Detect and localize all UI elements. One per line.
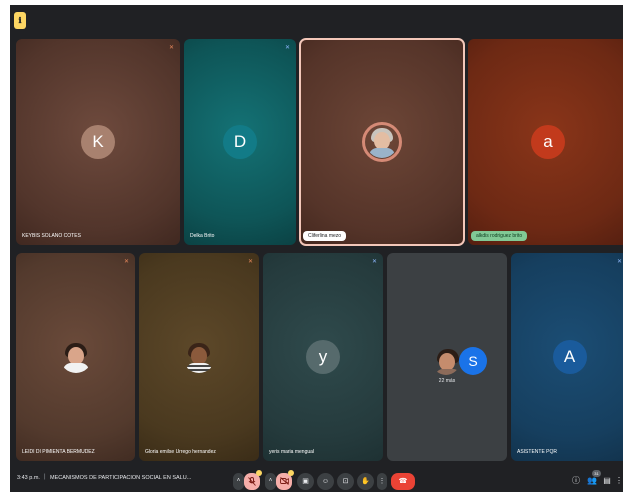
avatar: A: [552, 340, 587, 374]
avatar: y: [306, 340, 340, 374]
separator: |: [44, 474, 46, 480]
avatar: [366, 126, 398, 158]
mic-off-icon: ✕: [371, 259, 378, 265]
emoji-icon[interactable]: ☺: [317, 473, 334, 490]
more-participants-label: 22 más: [438, 378, 456, 384]
mic-options-chevron[interactable]: ˄: [233, 473, 244, 490]
activities-icon[interactable]: ⋮: [615, 476, 623, 486]
meeting-info-badge[interactable]: ℹ: [14, 12, 26, 29]
tile-asistente[interactable]: ✕ A ASISTENTE PQR: [511, 253, 623, 461]
chat-icon[interactable]: ▤: [602, 476, 612, 486]
participant-name: alkdis rodriguez brito: [471, 231, 528, 241]
avatar: K: [81, 125, 115, 159]
avatar: [183, 341, 215, 373]
mic-off-icon: ✕: [123, 259, 130, 265]
participant-count-badge: 31: [592, 470, 601, 477]
avatar: D: [223, 125, 257, 159]
end-call-icon[interactable]: ☎: [391, 473, 415, 490]
tile-yeris[interactable]: ✕ y yeris maria mengual: [263, 253, 383, 461]
tile-delkis[interactable]: ✕ D Delka Brito: [184, 39, 296, 245]
participant-name: Gloria emilse Urrego hernandez: [145, 449, 216, 455]
tile-gloria[interactable]: ✕ Gloria emilse Urrego hernandez: [139, 253, 259, 461]
participant-name: KEYBIS SOLANO COTES: [22, 233, 81, 239]
participant-name: Delka Brito: [190, 233, 215, 239]
info-icon[interactable]: ⓘ: [571, 476, 581, 486]
more-vertical-icon[interactable]: ⋮: [377, 473, 387, 490]
participant-name: LEIDI DI PIMIENTA BERMUDEZ: [22, 449, 95, 455]
tile-keybis[interactable]: ✕ K KEYBIS SOLANO COTES: [16, 39, 180, 245]
mic-warning-dot: [256, 470, 262, 476]
captions-icon[interactable]: ▣: [297, 473, 314, 490]
participant-name: ASISTENTE PQR: [517, 449, 558, 455]
hand-icon[interactable]: ✋: [357, 473, 374, 490]
people-icon[interactable]: 👥: [587, 476, 597, 486]
avatar: a: [531, 125, 565, 159]
avatar: [432, 347, 460, 375]
camera-options-chevron[interactable]: ˄: [265, 473, 276, 490]
present-icon[interactable]: ⊡: [337, 473, 354, 490]
mic-off-icon: ✕: [616, 259, 623, 265]
avatar: [60, 341, 92, 373]
tile-leidi[interactable]: ✕ LEIDI DI PIMIENTA BERMUDEZ: [16, 253, 135, 461]
participant-name: yeris maria mengual: [269, 449, 315, 455]
meeting-title: MECANISMOS DE PARTICIPACION SOCIAL EN SA…: [50, 475, 192, 481]
avatar: S: [459, 347, 487, 375]
mic-off-icon: ✕: [247, 259, 254, 265]
tile-cliferlina[interactable]: Cliferlina mezo: [299, 38, 465, 246]
bottom-bar: 3:43 p.m. | MECANISMOS DE PARTICIPACION …: [10, 466, 623, 492]
tile-alcides[interactable]: a alkdis rodriguez brito: [468, 39, 623, 245]
meeting-clock: 3:43 p.m.: [17, 475, 40, 481]
meet-window: ℹ ✕ K KEYBIS SOLANO COTES ✕ D Delka Brit…: [10, 5, 623, 492]
mic-off-icon: ✕: [168, 45, 175, 51]
mic-off-icon: ✕: [284, 45, 291, 51]
participant-name: Cliferlina mezo: [303, 231, 347, 241]
camera-warning-dot: [288, 470, 294, 476]
tile-others[interactable]: S 22 más: [387, 253, 507, 461]
